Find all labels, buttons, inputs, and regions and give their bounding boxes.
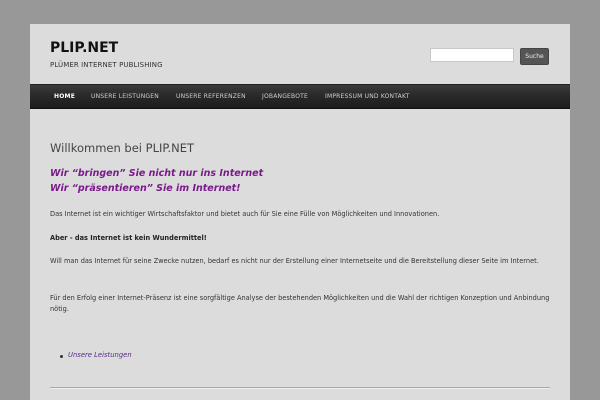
- page-title: Willkommen bei PLIP.NET: [50, 141, 195, 155]
- content-divider: [50, 387, 550, 389]
- site-title[interactable]: PLIP.NET: [50, 40, 118, 56]
- nav-item-impressum-und-kontakt[interactable]: IMPRESSUM UND KONTAKT: [325, 85, 409, 109]
- intro-paragraph: Das Internet ist ein wichtiger Wirtschaf…: [50, 210, 440, 218]
- main-navigation: HOME UNSERE LEISTUNGEN UNSERE REFERENZEN…: [30, 84, 570, 109]
- link-unsere-leistungen[interactable]: Unsere Leistungen: [68, 351, 132, 359]
- success-paragraph: Für den Erfolg einer Internet-Präsenz is…: [50, 294, 550, 313]
- search-button[interactable]: Suche: [520, 48, 549, 65]
- site-header: PLIP.NET PLÜMER INTERNET PUBLISHING Such…: [30, 24, 570, 84]
- highlight-paragraph: Aber - das Internet ist kein Wundermitte…: [50, 234, 207, 242]
- slogan-line-1: Wir “bringen” Sie nicht nur ins Internet: [50, 168, 264, 179]
- slogan-line-2: Wir “präsentieren” Sie im Internet!: [50, 183, 241, 194]
- nav-item-home[interactable]: HOME: [54, 85, 75, 109]
- page-container: PLIP.NET PLÜMER INTERNET PUBLISHING Such…: [30, 24, 570, 400]
- search-input[interactable]: [430, 48, 514, 62]
- nav-item-unsere-leistungen[interactable]: UNSERE LEISTUNGEN: [91, 85, 159, 109]
- list-bullet-icon: [60, 355, 63, 358]
- nav-item-jobangebote[interactable]: JOBANGEBOTE: [262, 85, 308, 109]
- nav-item-unsere-referenzen[interactable]: UNSERE REFERENZEN: [176, 85, 246, 109]
- internet-usage-paragraph: Will man das Internet für seine Zwecke n…: [50, 257, 539, 265]
- site-description: PLÜMER INTERNET PUBLISHING: [50, 61, 163, 69]
